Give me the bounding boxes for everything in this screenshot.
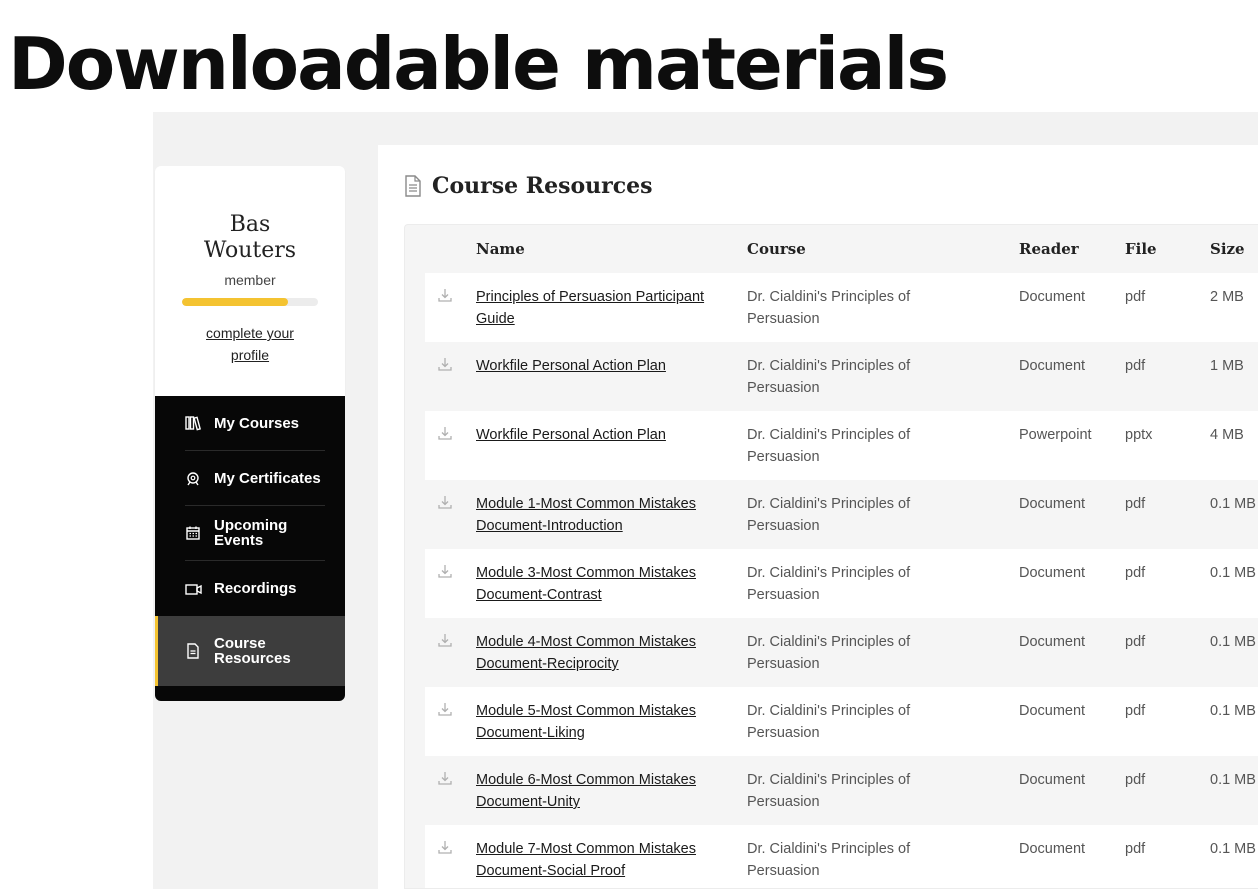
resource-size: 0.1 MB: [1210, 772, 1256, 788]
column-header-reader[interactable]: Reader: [1019, 240, 1079, 258]
main-panel: Course Resources Name Course Reader File…: [378, 145, 1258, 889]
resource-course: Dr. Cialdini's Principles of Persuasion: [747, 703, 911, 741]
resource-name-link[interactable]: Module 1-Most Common Mistakes Document-I…: [476, 493, 726, 537]
resource-reader: Powerpoint: [1019, 427, 1092, 443]
resource-file-type: pdf: [1125, 289, 1146, 305]
sidebar-item-label: Course Resources: [214, 635, 291, 667]
resource-reader: Document: [1019, 565, 1086, 581]
resource-reader: Document: [1019, 772, 1086, 788]
column-header-name[interactable]: Name: [476, 240, 525, 258]
table-row: Module 1-Most Common Mistakes Document-I…: [425, 480, 1258, 549]
sidebar: Bas Wouters member complete your profile…: [155, 166, 345, 701]
download-icon[interactable]: [437, 356, 453, 372]
resource-file-type: pptx: [1125, 427, 1153, 443]
resource-size: 1 MB: [1210, 358, 1244, 374]
resource-course: Dr. Cialdini's Principles of Persuasion: [747, 496, 911, 534]
resource-size: 0.1 MB: [1210, 703, 1256, 719]
resource-course: Dr. Cialdini's Principles of Persuasion: [747, 772, 911, 810]
document-icon: [405, 175, 421, 197]
resource-file-type: pdf: [1125, 634, 1146, 650]
resource-file-type: pdf: [1125, 772, 1146, 788]
sidebar-item-my-certificates[interactable]: My Certificates: [185, 451, 325, 506]
resource-course: Dr. Cialdini's Principles of Persuasion: [747, 358, 911, 396]
column-header-course[interactable]: Course: [747, 240, 806, 258]
resource-name-link[interactable]: Module 4-Most Common Mistakes Document-R…: [476, 631, 726, 675]
document-icon: [187, 643, 199, 659]
table-header: Name Course Reader File Size: [405, 225, 1258, 273]
table-row: Workfile Personal Action Plan Dr. Cialdin…: [425, 342, 1258, 411]
resource-name-link[interactable]: Module 7-Most Common Mistakes Document-S…: [476, 838, 726, 882]
download-icon[interactable]: [437, 770, 453, 786]
profile-card: Bas Wouters member complete your profile: [155, 166, 345, 396]
column-header-file[interactable]: File: [1125, 240, 1157, 258]
resource-size: 0.1 MB: [1210, 841, 1256, 857]
profile-role: member: [224, 272, 276, 288]
download-icon[interactable]: [437, 839, 453, 855]
resource-size: 2 MB: [1210, 289, 1244, 305]
download-icon[interactable]: [437, 494, 453, 510]
download-icon[interactable]: [437, 632, 453, 648]
main-header: Course Resources: [404, 173, 653, 199]
table-row: Module 6-Most Common Mistakes Document-U…: [425, 756, 1258, 825]
resource-size: 0.1 MB: [1210, 565, 1256, 581]
resource-name-link[interactable]: Principles of Persuasion Participant Gui…: [476, 286, 726, 330]
sidebar-item-label: Recordings: [214, 580, 297, 597]
resource-reader: Document: [1019, 703, 1086, 719]
resource-course: Dr. Cialdini's Principles of Persuasion: [747, 634, 911, 672]
resource-file-type: pdf: [1125, 703, 1146, 719]
download-icon[interactable]: [437, 701, 453, 717]
certificate-icon: [187, 472, 199, 486]
resource-course: Dr. Cialdini's Principles of Persuasion: [747, 289, 911, 327]
resource-size: 4 MB: [1210, 427, 1244, 443]
sidebar-item-label: My Certificates: [214, 469, 321, 487]
download-icon[interactable]: [437, 287, 453, 303]
table-row: Module 5-Most Common Mistakes Document-L…: [425, 687, 1258, 756]
table-row: Module 7-Most Common Mistakes Document-S…: [425, 825, 1258, 888]
download-icon[interactable]: [437, 563, 453, 579]
books-icon: [185, 416, 201, 431]
page-heading: Downloadable materials: [8, 22, 949, 106]
complete-profile-link[interactable]: complete your profile: [195, 322, 305, 366]
sidebar-item-course-resources[interactable]: Course Resources: [155, 616, 345, 686]
resource-course: Dr. Cialdini's Principles of Persuasion: [747, 565, 911, 603]
sidebar-item-label: My Courses: [214, 414, 300, 432]
resource-file-type: pdf: [1125, 565, 1146, 581]
sidebar-item-upcoming-events[interactable]: Upcoming Events: [185, 506, 325, 561]
profile-progress-fill: [182, 298, 289, 306]
page-title: Course Resources: [432, 173, 653, 199]
resource-name-link[interactable]: Module 5-Most Common Mistakes Document-L…: [476, 700, 726, 744]
app-shell: Bas Wouters member complete your profile…: [153, 112, 1258, 889]
calendar-icon: [186, 526, 200, 540]
resource-name-link[interactable]: Module 6-Most Common Mistakes Document-U…: [476, 769, 726, 813]
sidebar-item-label: Upcoming Events: [214, 517, 288, 549]
resources-table: Name Course Reader File Size Principles …: [404, 224, 1258, 889]
resource-reader: Document: [1019, 358, 1086, 374]
sidebar-item-my-courses[interactable]: My Courses: [185, 396, 325, 451]
resource-file-type: pdf: [1125, 496, 1146, 512]
resource-course: Dr. Cialdini's Principles of Persuasion: [747, 427, 911, 465]
table-row: Module 3-Most Common Mistakes Document-C…: [425, 549, 1258, 618]
video-icon: [185, 583, 202, 595]
column-header-size[interactable]: Size: [1210, 240, 1245, 258]
resource-file-type: pdf: [1125, 841, 1146, 857]
resource-name-link[interactable]: Module 3-Most Common Mistakes Document-C…: [476, 562, 726, 606]
resource-reader: Document: [1019, 634, 1086, 650]
sidebar-nav: My Courses My Certificates Upcoming Even…: [155, 396, 345, 701]
resource-reader: Document: [1019, 841, 1086, 857]
table-row: Module 4-Most Common Mistakes Document-R…: [425, 618, 1258, 687]
table-row: Principles of Persuasion Participant Gui…: [425, 273, 1258, 342]
resource-file-type: pdf: [1125, 358, 1146, 374]
resource-reader: Document: [1019, 496, 1086, 512]
resource-size: 0.1 MB: [1210, 496, 1256, 512]
resource-course: Dr. Cialdini's Principles of Persuasion: [747, 841, 911, 879]
resource-name-link[interactable]: Workfile Personal Action Plan: [476, 355, 726, 377]
profile-name: Bas Wouters: [203, 212, 297, 263]
resource-name-link[interactable]: Workfile Personal Action Plan: [476, 424, 726, 446]
profile-progress-bar: [182, 298, 318, 306]
resource-reader: Document: [1019, 289, 1086, 305]
resource-size: 0.1 MB: [1210, 634, 1256, 650]
download-icon[interactable]: [437, 425, 453, 441]
sidebar-item-recordings[interactable]: Recordings: [185, 561, 325, 616]
table-row: Workfile Personal Action Plan Dr. Cialdin…: [425, 411, 1258, 480]
